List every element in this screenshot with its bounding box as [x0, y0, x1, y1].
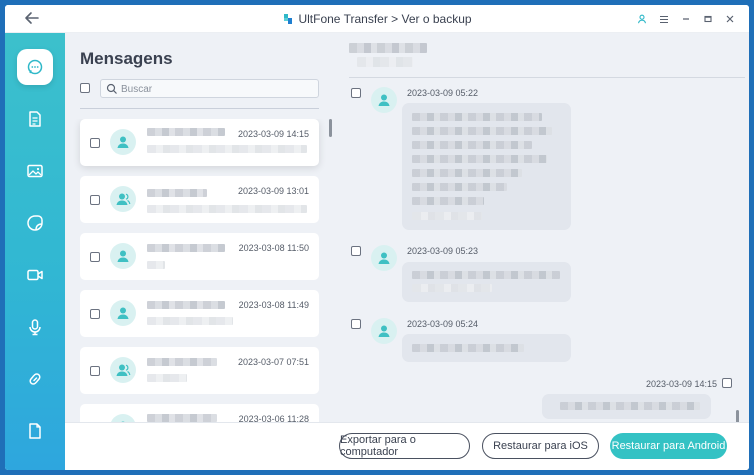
sidebar-item-links[interactable]: [17, 361, 53, 397]
conversation-checkbox[interactable]: [90, 252, 100, 262]
app-logo-icon: [282, 13, 294, 25]
person-icon: [378, 94, 390, 106]
minimize-icon[interactable]: [675, 11, 697, 27]
sidebar-item-files[interactable]: [17, 413, 53, 449]
conversation-item[interactable]: 2023-03-09 14:15: [80, 119, 319, 166]
conversation-checkbox[interactable]: [90, 366, 100, 376]
video-icon: [27, 269, 43, 281]
message-bubble: [402, 262, 571, 302]
conversation-checkbox[interactable]: [90, 138, 100, 148]
group-avatar: [110, 357, 136, 383]
search-box: [100, 79, 319, 98]
message-time: 2023-03-09 05:23: [407, 246, 479, 256]
conversation-time: 2023-03-08 11:50: [238, 243, 309, 253]
list-scrollbar[interactable]: [329, 119, 332, 137]
conversation-list: 2023-03-09 14:15 2023-03-09 13:01 2023-0…: [65, 119, 327, 429]
sidebar-item-documents[interactable]: [17, 101, 53, 137]
user-icon[interactable]: [631, 11, 653, 27]
sidebar-item-stickers[interactable]: [17, 205, 53, 241]
app-window: UltFone Transfer > Ver o backup Mensagen…: [5, 5, 749, 470]
sticker-icon: [27, 215, 43, 231]
maximize-icon[interactable]: [697, 11, 719, 27]
conversation-item[interactable]: 2023-03-09 13:01: [80, 176, 319, 223]
message-time: 2023-03-09 14:15: [646, 379, 718, 389]
link-icon: [29, 373, 41, 385]
sender-avatar: [371, 318, 397, 344]
action-bar: Exportar para o computador Restaurar par…: [65, 422, 749, 470]
person-icon: [378, 252, 390, 264]
sidebar-item-videos[interactable]: [17, 257, 53, 293]
image-icon: [27, 164, 43, 178]
person-icon: [378, 325, 390, 337]
conversation-item[interactable]: 2023-03-07 07:51: [80, 347, 319, 394]
list-divider: [80, 108, 319, 109]
message-time: 2023-03-09 05:24: [407, 319, 479, 329]
file-icon: [29, 423, 41, 439]
title-bar: UltFone Transfer > Ver o backup: [5, 5, 749, 33]
document-icon: [29, 111, 41, 127]
conversation-checkbox[interactable]: [90, 195, 100, 205]
message-bubble: [402, 103, 571, 230]
conversation-time: 2023-03-09 13:01: [237, 186, 309, 196]
group-icon: [116, 364, 131, 376]
window-controls: [631, 11, 741, 27]
message-time: 2023-03-09 05:22: [407, 88, 479, 98]
sidebar-item-audio[interactable]: [17, 309, 53, 345]
search-icon: [106, 83, 117, 94]
contact-avatar: [110, 243, 136, 269]
contact-avatar: [110, 300, 136, 326]
search-input[interactable]: [121, 81, 311, 97]
person-icon: [117, 250, 129, 262]
group-avatar: [110, 186, 136, 212]
sender-avatar: [371, 87, 397, 113]
menu-icon[interactable]: [653, 11, 675, 27]
panel-title: Mensagens: [80, 49, 173, 68]
messages-panel: Mensagens 2023-03-09 14:15: [65, 33, 335, 470]
message-bubble: [542, 394, 711, 419]
conversation-checkbox[interactable]: [90, 309, 100, 319]
message-checkbox[interactable]: [351, 319, 361, 329]
restore-ios-button[interactable]: Restaurar para iOS: [482, 433, 599, 459]
close-icon[interactable]: [719, 11, 741, 27]
chat-contact-number: [357, 57, 413, 67]
person-icon: [117, 307, 129, 319]
conversation-item[interactable]: 2023-03-08 11:50: [80, 233, 319, 280]
export-to-computer-button[interactable]: Exportar para o computador: [339, 433, 470, 459]
chat-divider: [349, 77, 745, 78]
conversation-item[interactable]: 2023-03-08 11:49: [80, 290, 319, 337]
window-title: UltFone Transfer > Ver o backup: [298, 12, 472, 26]
chat-bubble-icon: [27, 59, 43, 75]
select-all-checkbox[interactable]: [80, 83, 90, 93]
message-bubble: [402, 334, 571, 362]
group-icon: [116, 193, 131, 205]
message-checkbox[interactable]: [722, 378, 732, 388]
microphone-icon: [29, 319, 41, 336]
conversation-time: 2023-03-09 14:15: [237, 129, 309, 139]
message-checkbox[interactable]: [351, 88, 361, 98]
restore-android-button[interactable]: Restaurar para Android: [610, 433, 727, 459]
contact-avatar: [110, 129, 136, 155]
conversation-time: 2023-03-07 07:51: [237, 357, 309, 367]
chat-panel: 2023-03-09 05:22 2023-03-09 05:23 2023-0…: [335, 33, 749, 470]
person-icon: [117, 136, 129, 148]
chat-contact-name: [349, 43, 427, 53]
message-checkbox[interactable]: [351, 246, 361, 256]
sender-avatar: [371, 245, 397, 271]
sidebar-item-messages[interactable]: [17, 49, 53, 85]
category-sidebar: [5, 33, 65, 470]
sidebar-item-photos[interactable]: [17, 153, 53, 189]
conversation-time: 2023-03-08 11:49: [238, 300, 309, 310]
